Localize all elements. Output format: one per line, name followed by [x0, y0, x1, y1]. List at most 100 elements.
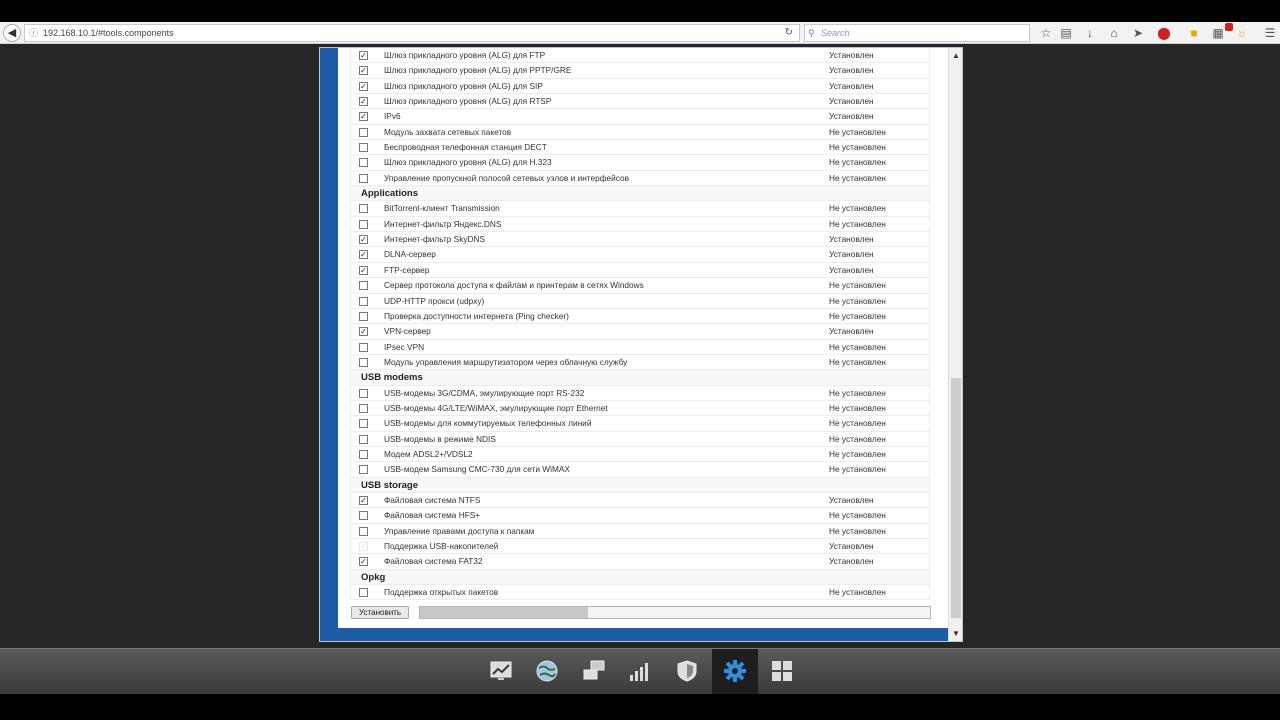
component-checkbox[interactable]: ✓: [359, 51, 368, 60]
section-header: Opkg: [351, 569, 929, 586]
component-row: Проверка доступности интернета (Ping che…: [351, 309, 929, 325]
shield-icon: [677, 660, 697, 682]
component-checkbox[interactable]: [359, 588, 368, 598]
taskbar-monitor-button[interactable]: [478, 649, 524, 695]
component-row: ✓ Шлюз прикладного уровня (ALG) для PPTP/…: [351, 63, 929, 79]
component-checkbox[interactable]: ✓: [359, 112, 368, 122]
component-status: Не установлен: [829, 464, 886, 475]
vertical-scrollbar[interactable]: ▲ ▼: [948, 48, 962, 641]
component-name: Модем ADSL2+/VDSL2: [384, 448, 473, 459]
component-status: Установлен: [829, 234, 874, 245]
component-checkbox[interactable]: [359, 281, 368, 291]
component-checkbox[interactable]: ✓: [359, 557, 368, 567]
bookmark-star-icon[interactable]: ☆: [1038, 25, 1054, 41]
install-progress-bar: [419, 606, 931, 619]
component-name: IPv6: [384, 111, 401, 122]
component-checkbox[interactable]: [359, 143, 368, 153]
component-checkbox[interactable]: [359, 465, 368, 475]
reading-list-icon[interactable]: ▤: [1058, 25, 1074, 41]
component-status: Установлен: [829, 249, 874, 260]
component-checkbox[interactable]: [359, 173, 368, 183]
component-checkbox[interactable]: [359, 434, 368, 444]
component-checkbox[interactable]: ✓: [359, 250, 368, 260]
component-checkbox[interactable]: ✓: [359, 265, 368, 275]
component-name: Файловая система NTFS: [384, 494, 481, 505]
component-name: USB-модем Samsung CMC-730 для сети WiMAX: [384, 464, 570, 475]
component-name: USB-модемы 3G/CDMA, эмулирующие порт RS-…: [384, 387, 585, 398]
scroll-up-icon[interactable]: ▲: [949, 50, 963, 62]
taskbar-wifi-button[interactable]: [617, 649, 663, 695]
scrollbar-thumb[interactable]: [951, 378, 961, 618]
component-checkbox[interactable]: [359, 342, 368, 352]
component-checkbox[interactable]: [359, 357, 368, 367]
download-icon[interactable]: ↓: [1082, 25, 1098, 41]
browser-toolbar: ◀ ⓘ 192.168.10.1/#tools.components ↻ ⚲ S…: [0, 22, 1280, 44]
component-checkbox: ✓: [359, 542, 368, 551]
component-checkbox[interactable]: [359, 419, 368, 429]
send-icon[interactable]: ➤: [1130, 25, 1146, 41]
component-status: Установлен: [829, 326, 874, 337]
address-bar[interactable]: ⓘ 192.168.10.1/#tools.components ↻: [24, 24, 800, 42]
site-info-icon[interactable]: ⓘ: [29, 25, 38, 41]
back-arrow-icon[interactable]: ◀: [3, 24, 21, 42]
component-row: Файловая система HFS+ Не установлен: [351, 508, 929, 524]
component-checkbox[interactable]: [359, 204, 368, 214]
taskbar-apps-button[interactable]: [759, 649, 805, 695]
component-checkbox[interactable]: ✓: [359, 97, 368, 107]
taskbar-system-button[interactable]: [712, 649, 758, 695]
components-list: ✓ Шлюз прикладного уровня (ALG) для FTP Ус…: [350, 48, 930, 601]
component-row: USB-модемы 3G/CDMA, эмулирующие порт RS-…: [351, 386, 929, 401]
component-checkbox[interactable]: [359, 511, 368, 521]
component-status: Не установлен: [829, 387, 886, 398]
component-row: BitTorrent-клиент Transmission Не установ…: [351, 201, 929, 217]
search-placeholder: Search: [821, 28, 850, 38]
component-checkbox[interactable]: ✓: [359, 81, 368, 91]
component-checkbox[interactable]: ✓: [359, 495, 368, 505]
extension-icon[interactable]: ▦: [1210, 25, 1226, 41]
component-name: Интернет-фильтр Яндекс.DNS: [384, 218, 502, 229]
component-row: ✓ Шлюз прикладного уровня (ALG) для RTSP У…: [351, 94, 929, 110]
component-checkbox[interactable]: [359, 296, 368, 306]
menu-icon[interactable]: ☰: [1262, 25, 1278, 41]
reload-icon[interactable]: ↻: [785, 25, 793, 41]
component-checkbox[interactable]: [359, 403, 368, 413]
component-checkbox[interactable]: [359, 311, 368, 321]
component-status: Не установлен: [829, 218, 886, 229]
scroll-down-icon[interactable]: ▼: [949, 628, 963, 640]
component-status: Установлен: [829, 556, 874, 567]
extension-icon[interactable]: ■: [1186, 25, 1202, 41]
component-name: Файловая система HFS+: [384, 510, 481, 521]
section-header: USB modems: [351, 370, 929, 386]
component-checkbox[interactable]: [359, 526, 368, 536]
component-status: Установлен: [829, 96, 874, 107]
component-checkbox[interactable]: [359, 449, 368, 459]
taskbar-internet-button[interactable]: [524, 649, 570, 695]
apps-grid-icon: [772, 661, 792, 681]
router-taskbar: [0, 648, 1280, 695]
component-status: Установлен: [829, 65, 874, 76]
component-status: Не установлен: [829, 126, 886, 137]
component-status: Установлен: [829, 80, 874, 91]
component-name: Модуль захвата сетевых пакетов: [384, 126, 512, 137]
component-checkbox[interactable]: ✓: [359, 235, 368, 245]
component-status: Установлен: [829, 541, 874, 551]
taskbar-network-button[interactable]: [571, 649, 617, 695]
component-checkbox[interactable]: [359, 127, 368, 137]
adblock-icon[interactable]: ⬤: [1156, 25, 1172, 41]
component-checkbox[interactable]: [359, 158, 368, 168]
component-name: IPsec VPN: [384, 341, 425, 352]
install-button[interactable]: Установить: [351, 606, 409, 619]
home-icon[interactable]: ⌂: [1106, 25, 1122, 41]
component-checkbox[interactable]: [359, 219, 368, 229]
gear-icon: [724, 660, 746, 682]
section-header: Applications: [351, 186, 929, 202]
component-checkbox[interactable]: ✓: [359, 66, 368, 76]
component-checkbox[interactable]: ✓: [359, 327, 368, 337]
search-input[interactable]: ⚲ Search: [804, 24, 1030, 42]
component-status: Не установлен: [829, 203, 886, 214]
extension-icon[interactable]: ☼: [1234, 25, 1250, 41]
component-status: Не установлен: [829, 510, 886, 521]
component-checkbox[interactable]: [359, 388, 368, 398]
component-name: Шлюз прикладного уровня (ALG) для FTP: [384, 50, 546, 60]
taskbar-security-button[interactable]: [664, 649, 710, 695]
